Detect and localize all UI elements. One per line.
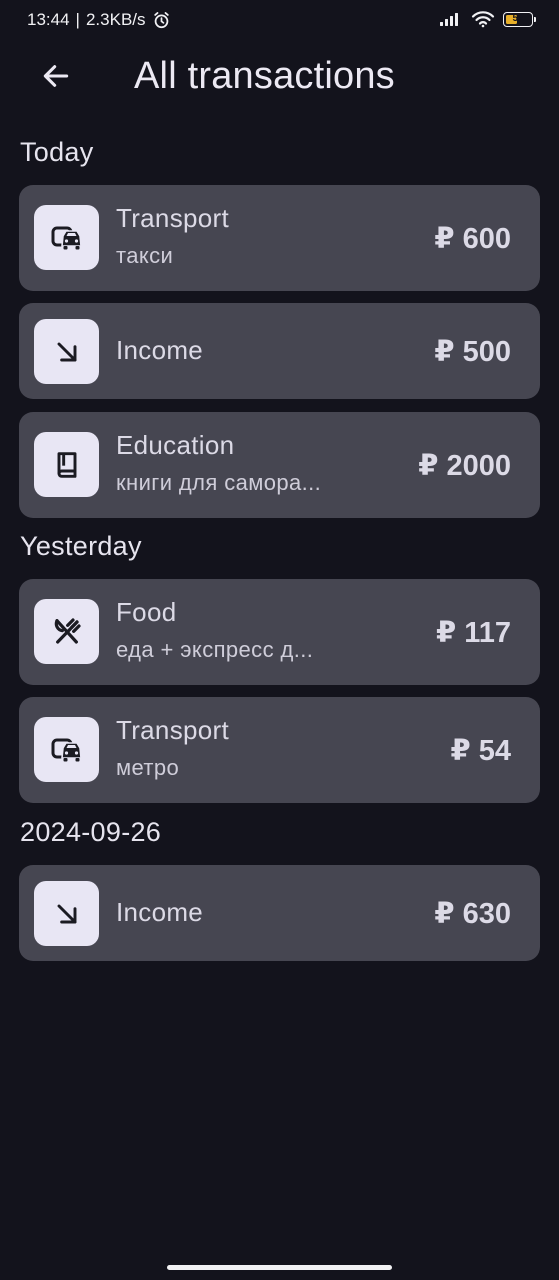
transaction-card[interactable]: Education книги для самора... ₽ 2000 xyxy=(19,412,540,518)
network-speed: 2.3KB/s xyxy=(85,10,146,29)
app-bar: All transactions xyxy=(0,44,559,108)
status-left: 13:44 | 2.3KB/s xyxy=(27,10,171,30)
wifi-icon xyxy=(471,10,495,28)
transaction-card[interactable]: Income ₽ 630 xyxy=(19,865,540,961)
transaction-category: Income xyxy=(116,335,204,365)
transaction-category: Transport xyxy=(116,715,229,745)
arrow-left-icon xyxy=(40,60,72,92)
transaction-card[interactable]: Transport такси ₽ 600 xyxy=(19,185,540,291)
transaction-category: Food xyxy=(116,597,177,627)
page-title: All transactions xyxy=(134,55,395,97)
status-time: 13:44 xyxy=(27,10,70,29)
transaction-note: такси xyxy=(116,243,174,268)
transport-icon xyxy=(34,205,99,270)
transaction-card[interactable]: Food еда + экспресс д... ₽ 117 xyxy=(19,579,540,685)
arrow-down-right-icon xyxy=(34,319,99,384)
battery-level: 52 xyxy=(512,13,524,24)
alarm-icon xyxy=(152,11,171,30)
transaction-card[interactable]: Income ₽ 500 xyxy=(19,303,540,399)
transaction-note: метро xyxy=(116,755,180,780)
battery-icon: 52 xyxy=(503,11,536,27)
transaction-amount: ₽ 54 xyxy=(450,735,512,767)
utensils-icon xyxy=(34,599,99,664)
transaction-note: книги для самора... xyxy=(116,470,322,495)
status-right: 52 xyxy=(439,10,536,28)
status-separator: | xyxy=(75,10,80,29)
book-icon xyxy=(34,432,99,497)
status-bar: 13:44 | 2.3KB/s 52 xyxy=(0,0,559,40)
arrow-down-right-icon xyxy=(34,881,99,946)
section-header-today: Today xyxy=(20,137,94,167)
section-header-yesterday: Yesterday xyxy=(20,531,142,561)
transaction-card[interactable]: Transport метро ₽ 54 xyxy=(19,697,540,803)
home-indicator[interactable] xyxy=(167,1265,392,1270)
transaction-category: Education xyxy=(116,430,235,460)
back-button[interactable] xyxy=(32,52,80,100)
transaction-note: еда + экспресс д... xyxy=(116,637,314,662)
transaction-amount: ₽ 117 xyxy=(435,617,511,649)
transaction-amount: ₽ 2000 xyxy=(418,450,511,482)
section-header-date: 2024-09-26 xyxy=(20,817,162,847)
transaction-category: Transport xyxy=(116,203,229,233)
transport-icon xyxy=(34,717,99,782)
transaction-amount: ₽ 630 xyxy=(434,898,511,930)
transaction-category: Income xyxy=(116,897,204,927)
signal-icon xyxy=(439,11,463,27)
transaction-amount: ₽ 600 xyxy=(434,223,511,255)
transaction-amount: ₽ 500 xyxy=(434,336,511,368)
